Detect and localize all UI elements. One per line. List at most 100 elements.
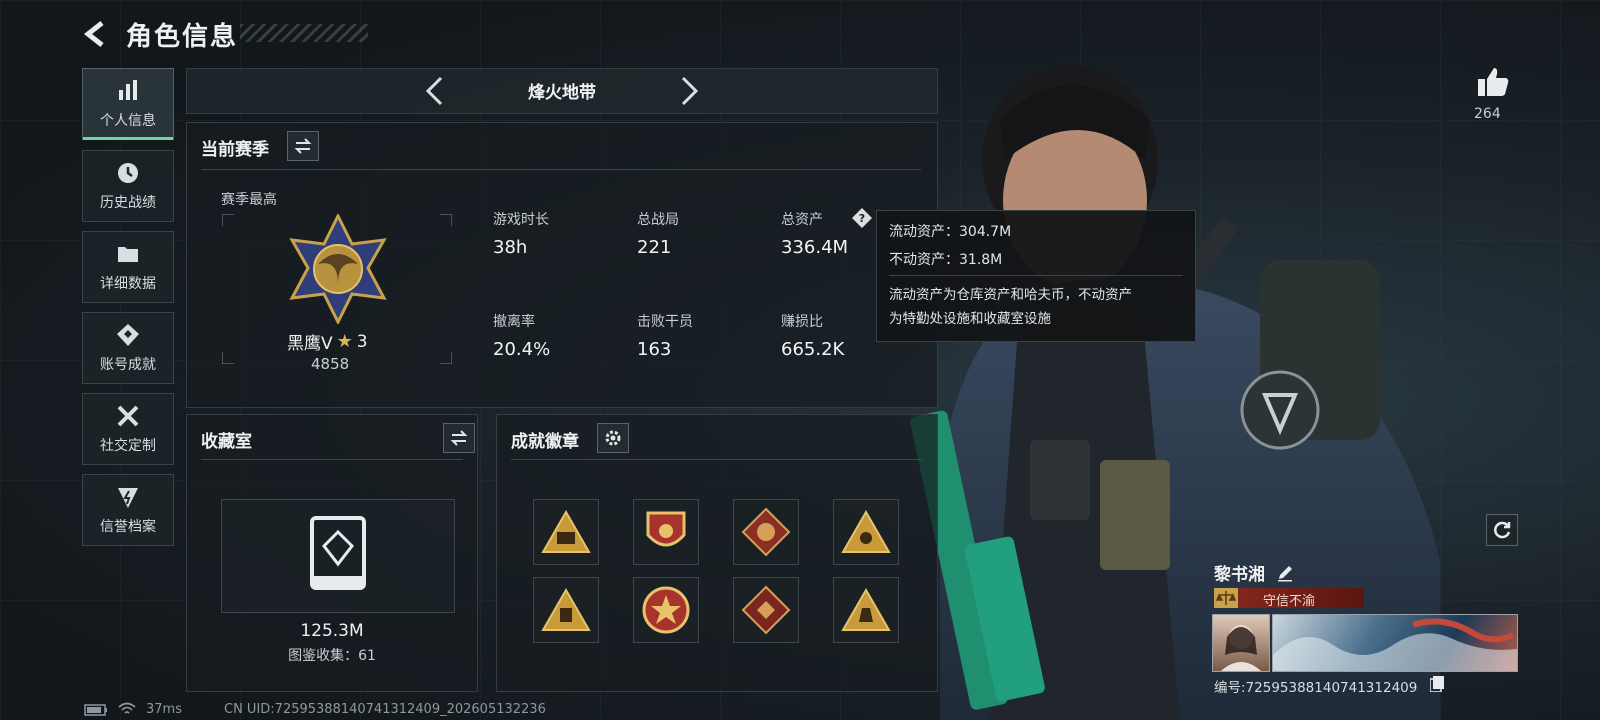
stat-label-extraction-rate: 撤离率 [493, 314, 535, 330]
triangle-badge-icon [541, 510, 591, 553]
achievements-title: 成就徽章 [511, 432, 579, 452]
achievement-badge[interactable] [533, 577, 599, 643]
achievement-badge[interactable] [733, 499, 799, 565]
sidebar-item-detailed-data[interactable]: 详细数据 [82, 231, 174, 303]
avatar-portrait-icon [1221, 625, 1261, 671]
collection-count: 图鉴收集：61 [288, 648, 376, 664]
tooltip-desc-line1: 流动资产为仓库资产和哈夫币，不动资产 [889, 287, 1132, 303]
stat-value-profit-ratio: 665.2K [781, 339, 845, 360]
stat-label-profit-ratio: 赚损比 [781, 314, 823, 330]
rank-stars: 3 [356, 331, 368, 352]
tools-icon [117, 405, 139, 427]
copy-icon[interactable] [1430, 676, 1444, 692]
achievements-settings-button[interactable] [597, 423, 629, 453]
title-badge-text: 守信不渝 [1262, 594, 1315, 609]
vault-icon [310, 516, 366, 590]
collection-title: 收藏室 [201, 432, 252, 452]
tooltip-liquid-assets: 流动资产：304.7M [889, 224, 1012, 240]
achievement-badge[interactable] [833, 577, 899, 643]
assets-tooltip: 流动资产：304.7M 不动资产：31.8M 流动资产为仓库资产和哈夫币，不动资… [876, 210, 1196, 342]
swap-icon [450, 430, 468, 446]
title-badge: 守信不渝 [1214, 588, 1364, 609]
sidebar-item-label: 社交定制 [100, 438, 156, 454]
stat-label-total-assets: 总资产 [781, 212, 823, 228]
sidebar-item-social-custom[interactable]: 社交定制 [82, 393, 174, 465]
player-id: 编号:7259538814074131240​9 [1214, 680, 1418, 696]
season-panel: 当前赛季 赛季最高 黑鹰Ⅴ ★ 3 4858 游戏时长 38h 总战局 221 … [186, 122, 938, 408]
sidebar-item-label: 详细数据 [100, 276, 156, 292]
sidebar-item-account-achievements[interactable]: 账号成就 [82, 312, 174, 384]
collection-display[interactable] [221, 499, 455, 613]
stat-label-playtime: 游戏时长 [493, 212, 549, 228]
dragon-badge-icon [741, 585, 791, 635]
mode-tab-bar: 烽火地带 [186, 68, 938, 114]
sidebar-item-match-history[interactable]: 历史战绩 [82, 150, 174, 222]
name-card-banner[interactable] [1272, 614, 1518, 672]
divider [889, 275, 1183, 276]
player-name: 黎书湘 [1214, 565, 1265, 585]
triangle-badge-icon [541, 588, 591, 631]
shield-badge-icon [646, 511, 686, 547]
divider [201, 459, 463, 460]
tooltip-desc-line2: 为特勤处设施和收藏室设施 [889, 311, 1051, 327]
bar-chart-icon [119, 80, 137, 100]
sidebar-item-label: 个人信息 [100, 113, 156, 129]
achievement-badge[interactable] [633, 577, 699, 643]
back-arrow-icon[interactable] [82, 20, 110, 48]
divider [511, 459, 923, 460]
title-decoration [240, 24, 368, 42]
stat-label-operators-defeated: 击败干员 [637, 314, 693, 330]
triangle-badge-icon [841, 588, 891, 631]
star-badge-icon [642, 586, 690, 634]
page-title: 角色信息 [126, 22, 239, 52]
star-icon: ★ [336, 331, 353, 352]
achievements-panel: 成就徽章 [496, 414, 938, 692]
stat-label-total-matches: 总战局 [637, 212, 679, 228]
stat-value-operators-defeated: 163 [637, 339, 672, 360]
sidebar-item-label: 账号成就 [100, 357, 156, 373]
dragon-badge-icon [741, 507, 791, 557]
collection-panel: 收藏室 125.3M 图鉴收集：61 [186, 414, 478, 692]
sidebar-item-personal-info[interactable]: 个人信息 [82, 68, 174, 140]
svg-text:?: ? [859, 212, 865, 225]
clock-history-icon [118, 163, 138, 183]
dragon-wave-icon [1273, 618, 1517, 671]
tooltip-fixed-assets: 不动资产：31.8M [889, 252, 1003, 268]
stat-value-playtime: 38h [493, 237, 528, 258]
wifi-icon [118, 702, 136, 714]
uid-text: CN UID:7259538814074131240​9_20260513223… [224, 702, 546, 717]
ping-text: 37ms [146, 702, 182, 717]
thumbs-up-icon[interactable] [1476, 66, 1510, 98]
help-icon[interactable]: ? [851, 207, 873, 229]
folder-icon [118, 247, 138, 262]
stat-value-extraction-rate: 20.4% [493, 339, 551, 360]
refresh-button[interactable] [1486, 514, 1518, 546]
rank-name: 黑鹰Ⅴ [287, 334, 333, 354]
rank-name-row: 黑鹰Ⅴ ★ 3 [287, 329, 368, 354]
season-best-label: 赛季最高 [221, 192, 277, 208]
swap-button[interactable] [287, 131, 319, 161]
achievement-badge[interactable] [833, 499, 899, 565]
achievement-badge[interactable] [533, 499, 599, 565]
divider [201, 169, 921, 170]
stat-value-total-matches: 221 [637, 237, 672, 258]
battery-icon [84, 704, 107, 716]
achievement-badge[interactable] [733, 577, 799, 643]
stat-value-total-assets: 336.4M [781, 237, 849, 258]
achievement-badge[interactable] [633, 499, 699, 565]
chevron-right-icon[interactable] [675, 75, 703, 107]
avatar[interactable] [1212, 614, 1270, 672]
mode-title: 烽火地带 [528, 83, 596, 103]
sidebar-item-label: 信誉档案 [100, 519, 156, 535]
sidebar-item-label: 历史战绩 [100, 195, 156, 211]
like-count: 264 [1474, 106, 1501, 122]
sidebar-item-credit-profile[interactable]: 信誉档案 [82, 474, 174, 546]
collection-value: 125.3M [300, 621, 364, 641]
shield-bolt-icon [118, 488, 138, 508]
rank-score: 4858 [311, 355, 350, 373]
swap-icon [294, 138, 312, 154]
triangle-badge-icon [841, 510, 891, 553]
edit-icon[interactable] [1276, 564, 1294, 582]
collection-swap-button[interactable] [443, 423, 475, 453]
season-title: 当前赛季 [201, 140, 269, 160]
